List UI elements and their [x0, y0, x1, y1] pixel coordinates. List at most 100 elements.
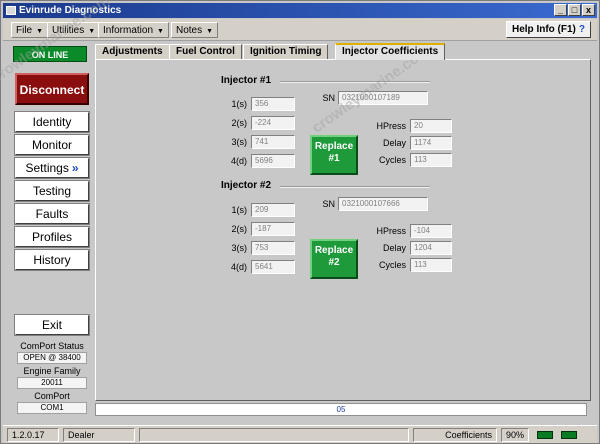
- injector-1-divider: [280, 81, 430, 83]
- close-button[interactable]: x: [582, 4, 595, 16]
- tab-fuel-control[interactable]: Fuel Control: [169, 44, 242, 59]
- injector-2-sn-field[interactable]: 0321000107666: [338, 197, 428, 211]
- injector-1-delay-label: Delay: [382, 138, 406, 148]
- chevron-down-icon: ▼: [157, 28, 164, 35]
- sidebar-item-label: Profiles: [31, 230, 72, 244]
- tab-adjustments[interactable]: Adjustments: [95, 44, 170, 59]
- injector-1-t3-label: 3(s): [231, 137, 248, 147]
- injector-1-t3-field[interactable]: 741: [251, 135, 295, 149]
- replace-injector-2-button[interactable]: Replace #2: [310, 239, 358, 279]
- sidebar-item-label: Testing: [32, 184, 72, 198]
- version-cell: 1.2.0.17: [7, 428, 59, 442]
- chevron-down-icon: ▼: [36, 28, 44, 35]
- exit-button[interactable]: Exit: [14, 314, 90, 336]
- injector-1-t4-field[interactable]: 5696: [251, 154, 295, 168]
- injector-2-cycles-label: Cycles: [378, 260, 406, 270]
- replace-label: Replace: [314, 245, 354, 256]
- sidebar-item-label: Settings: [25, 161, 69, 175]
- comport-status-label: ComPort Status: [20, 341, 84, 351]
- injector-2-divider: [280, 186, 430, 188]
- tab-ignition-timing[interactable]: Ignition Timing: [243, 44, 329, 59]
- menu-file[interactable]: File ▼: [11, 22, 49, 38]
- screen-name-cell: Coefficients: [413, 428, 497, 442]
- disconnect-button[interactable]: Disconnect: [15, 73, 89, 105]
- title-bar: Evinrude Diagnostics _ □ x: [3, 3, 597, 18]
- sidebar-item-testing[interactable]: Testing: [14, 180, 90, 202]
- menu-file-label: File: [16, 25, 33, 36]
- minimize-button[interactable]: _: [554, 4, 567, 16]
- injector-2-delay-field[interactable]: 1204: [410, 241, 452, 255]
- bottom-info-strip: 05: [95, 403, 587, 416]
- chevron-down-icon: ▼: [206, 28, 214, 35]
- injector-2-sn-label: SN: [322, 199, 335, 209]
- sidebar-item-settings[interactable]: Settings»: [14, 157, 90, 179]
- sidebar-item-history[interactable]: History: [14, 249, 90, 271]
- sidebar-item-label: Faults: [35, 207, 69, 221]
- injector-2-t4-field[interactable]: 5641: [251, 260, 295, 274]
- injector-1-hpress-label: HPress: [376, 121, 406, 131]
- menu-bar: File ▼ Utilities ▼ Information ▼ Notes ▼ Hel…: [3, 19, 597, 41]
- help-button-label: Help Info (F1): [512, 24, 576, 35]
- injector-2-t2-label: 2(s): [231, 224, 248, 234]
- percent-cell: 90%: [501, 428, 529, 442]
- injector-2-cycles-field[interactable]: 113: [410, 258, 452, 272]
- injector-2-t1-field[interactable]: 209: [251, 203, 295, 217]
- injector-1-t2-label: 2(s): [231, 118, 248, 128]
- engine-family-value: 20011: [17, 377, 87, 389]
- injector-1-t2-field[interactable]: -224: [251, 116, 295, 130]
- maximize-button[interactable]: □: [568, 4, 581, 16]
- app-icon: [6, 6, 16, 15]
- comport-label: ComPort: [34, 391, 70, 401]
- menu-notes-label: Notes: [176, 25, 203, 36]
- menu-notes[interactable]: Notes ▼: [171, 22, 219, 38]
- injector-1-t4-label: 4(d): [230, 156, 247, 166]
- injector-2-t1-label: 1(s): [231, 205, 248, 215]
- tab-injector-coefficients[interactable]: Injector Coefficients: [335, 43, 446, 60]
- injector-1-title: Injector #1: [221, 75, 272, 86]
- injector-1-sn-field[interactable]: 0321000107189: [338, 91, 428, 105]
- injector-2-t4-label: 4(d): [230, 262, 247, 272]
- replace-injector-1-button[interactable]: Replace #1: [310, 135, 358, 175]
- injector-coefficients-panel: Injector #1 1(s) 356 2(s) -224 3(s) 741 …: [95, 59, 591, 401]
- injector-1-sn-label: SN: [322, 93, 335, 103]
- sidebar-item-identity[interactable]: Identity: [14, 111, 90, 133]
- menu-information-label: Information: [103, 25, 154, 36]
- help-icon: ?: [578, 24, 585, 35]
- user-cell: Dealer: [63, 428, 135, 442]
- injector-1-hpress-field[interactable]: 20: [410, 119, 452, 133]
- injector-1-t1-label: 1(s): [231, 99, 248, 109]
- injector-1-delay-field[interactable]: 1174: [410, 136, 452, 150]
- help-button[interactable]: Help Info (F1)?: [506, 21, 591, 38]
- sidebar-item-faults[interactable]: Faults: [14, 203, 90, 225]
- menu-information[interactable]: Information ▼: [98, 22, 169, 38]
- sidebar-item-label: Monitor: [31, 138, 72, 152]
- replace-number: #2: [328, 257, 340, 268]
- status-message-cell: [139, 428, 409, 442]
- injector-2-delay-label: Delay: [382, 243, 406, 253]
- sidebar-item-monitor[interactable]: Monitor: [14, 134, 90, 156]
- app-window: Evinrude Diagnostics _ □ x File ▼ Utiliti…: [0, 0, 600, 444]
- status-led-icon: [561, 431, 577, 439]
- injector-2-t3-label: 3(s): [231, 243, 248, 253]
- window-controls: _ □ x: [554, 4, 595, 16]
- injector-1-t1-field[interactable]: 356: [251, 97, 295, 111]
- tab-strip: Adjustments Fuel Control Ignition Timing…: [95, 43, 595, 60]
- replace-number: #1: [328, 153, 340, 164]
- injector-2-t2-field[interactable]: -187: [251, 222, 295, 236]
- injector-2-t3-field[interactable]: 753: [251, 241, 295, 255]
- sidebar-item-profiles[interactable]: Profiles: [14, 226, 90, 248]
- double-chevron-right-icon: »: [71, 161, 79, 175]
- status-bar: 1.2.0.17 Dealer Coefficients 90%: [3, 425, 597, 443]
- sidebar-item-label: Identity: [32, 115, 72, 129]
- injector-1-cycles-label: Cycles: [378, 155, 406, 165]
- injector-2-hpress-label: HPress: [376, 226, 406, 236]
- injector-2-hpress-field[interactable]: -104: [410, 224, 452, 238]
- chevron-down-icon: ▼: [88, 28, 96, 35]
- comport-status-value: OPEN @ 38400: [17, 352, 87, 364]
- engine-family-label: Engine Family: [23, 366, 81, 376]
- menu-utilities[interactable]: Utilities ▼: [47, 22, 101, 38]
- injector-2-title: Injector #2: [221, 180, 272, 191]
- status-led-icon: [537, 431, 553, 439]
- menu-utilities-label: Utilities: [52, 25, 85, 36]
- injector-1-cycles-field[interactable]: 113: [410, 153, 452, 167]
